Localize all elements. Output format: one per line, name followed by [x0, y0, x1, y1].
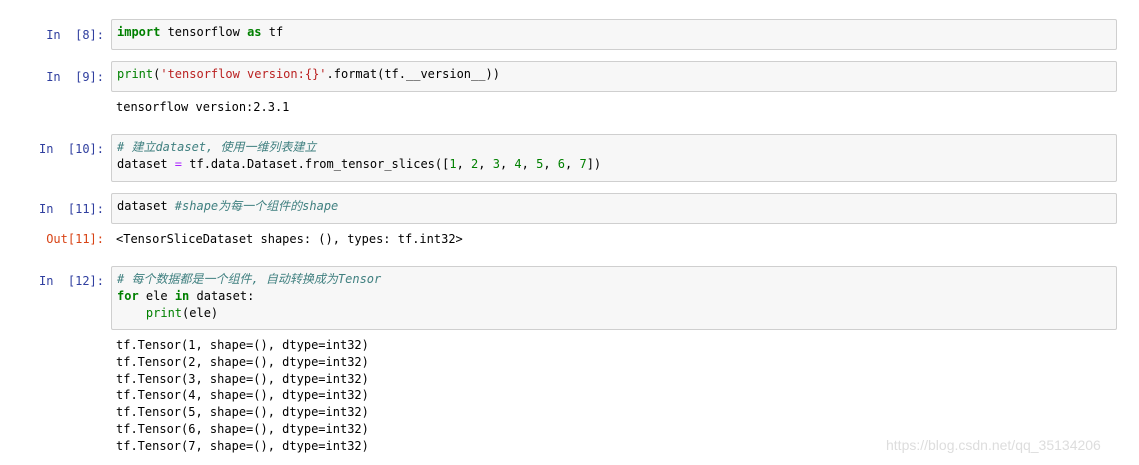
code-input-area[interactable]: # 每个数据都是一个组件, 自动转换成为Tensor for ele in da… [111, 266, 1117, 330]
output-line: tf.Tensor(7, shape=(), dtype=int32) [116, 438, 369, 453]
code-input-area[interactable]: print('tensorflow version:{}'.format(tf.… [111, 61, 1117, 92]
code-token: .format(tf.__version__)) [326, 67, 500, 81]
input-prompt: In [10]: [38, 142, 104, 156]
code-token: 4 [514, 157, 522, 171]
code-input-area[interactable]: import tensorflow as tf [111, 19, 1117, 50]
code-comment: # 每个数据都是一个组件, 自动转换成为Tensor [117, 272, 382, 286]
code-token: in [174, 289, 190, 303]
code-line: dataset = tf.data.Dataset.from_tensor_sl… [117, 156, 1116, 173]
code-token: tensorflow [160, 25, 248, 39]
code-line: print(ele) [117, 305, 1116, 322]
output-line: tensorflow version:2.3.1 [116, 100, 290, 114]
watermark: https://blog.csdn.net/qq_35134206 [886, 437, 1101, 453]
code-line: dataset #shape为每一个组件的shape [117, 198, 1116, 215]
code-token: for [117, 289, 139, 303]
code-comment: # 建立dataset, 使用一维列表建立 [117, 140, 317, 154]
code-token: 3 [492, 157, 500, 171]
output-line: tf.Tensor(5, shape=(), dtype=int32) [116, 405, 369, 420]
code-token: tf [261, 25, 284, 39]
code-token: dataset [117, 199, 175, 213]
code-line: for ele in dataset: [117, 288, 1116, 305]
code-comment-line: # 每个数据都是一个组件, 自动转换成为Tensor [117, 271, 1116, 288]
output-line: tf.Tensor(4, shape=(), dtype=int32) [116, 388, 369, 403]
code-token: print [145, 306, 183, 320]
code-comment: #shape为每一个组件的shape [174, 199, 339, 213]
cell-output: <TensorSliceDataset shapes: (), types: t… [116, 231, 463, 248]
code-token: ]) [586, 157, 602, 171]
input-prompt: In [8]: [46, 28, 104, 42]
output-prompt: Out[11]: [46, 232, 104, 246]
code-token: 6 [557, 157, 566, 171]
code-line: import tensorflow as tf [117, 24, 1116, 41]
cell-output: tensorflow version:2.3.1 [116, 99, 289, 116]
code-input-area[interactable]: # 建立dataset, 使用一维列表建立 dataset = tf.data.… [111, 134, 1117, 182]
code-token: import [117, 25, 161, 39]
cell-output: tf.Tensor(1, shape=(), dtype=int32) tf.T… [116, 337, 369, 455]
code-token: , [456, 157, 472, 171]
output-line: tf.Tensor(2, shape=(), dtype=int32) [116, 354, 369, 369]
input-prompt: In [11]: [38, 202, 104, 216]
code-token: = [174, 157, 183, 171]
output-line: tf.Tensor(6, shape=(), dtype=int32) [116, 421, 369, 436]
code-token: (ele) [182, 306, 219, 320]
output-line: <TensorSliceDataset shapes: (), types: t… [116, 232, 463, 246]
code-token: , [521, 157, 537, 171]
code-token: , [478, 157, 493, 171]
output-line: tf.Tensor(3, shape=(), dtype=int32) [116, 371, 369, 386]
code-token: 1 [449, 157, 457, 171]
input-prompt: In [9]: [46, 70, 104, 84]
code-token: dataset [117, 157, 175, 171]
code-token: print [117, 67, 154, 81]
output-line: tf.Tensor(1, shape=(), dtype=int32) [116, 338, 369, 352]
code-token: , [499, 157, 515, 171]
code-token: ele [138, 289, 175, 303]
code-token: 7 [579, 157, 587, 171]
code-token: tf.data.Dataset.from_tensor_slices([ [182, 157, 450, 171]
code-token: 'tensorflow version:{}' [160, 67, 327, 81]
code-token: , [565, 157, 580, 171]
code-token: dataset: [189, 289, 255, 303]
code-comment-line: # 建立dataset, 使用一维列表建立 [117, 139, 1116, 156]
code-line: print('tensorflow version:{}'.format(tf.… [117, 66, 1116, 83]
code-token: , [543, 157, 558, 171]
input-prompt: In [12]: [38, 274, 104, 288]
code-token: as [247, 25, 262, 39]
code-input-area[interactable]: dataset #shape为每一个组件的shape [111, 193, 1117, 224]
